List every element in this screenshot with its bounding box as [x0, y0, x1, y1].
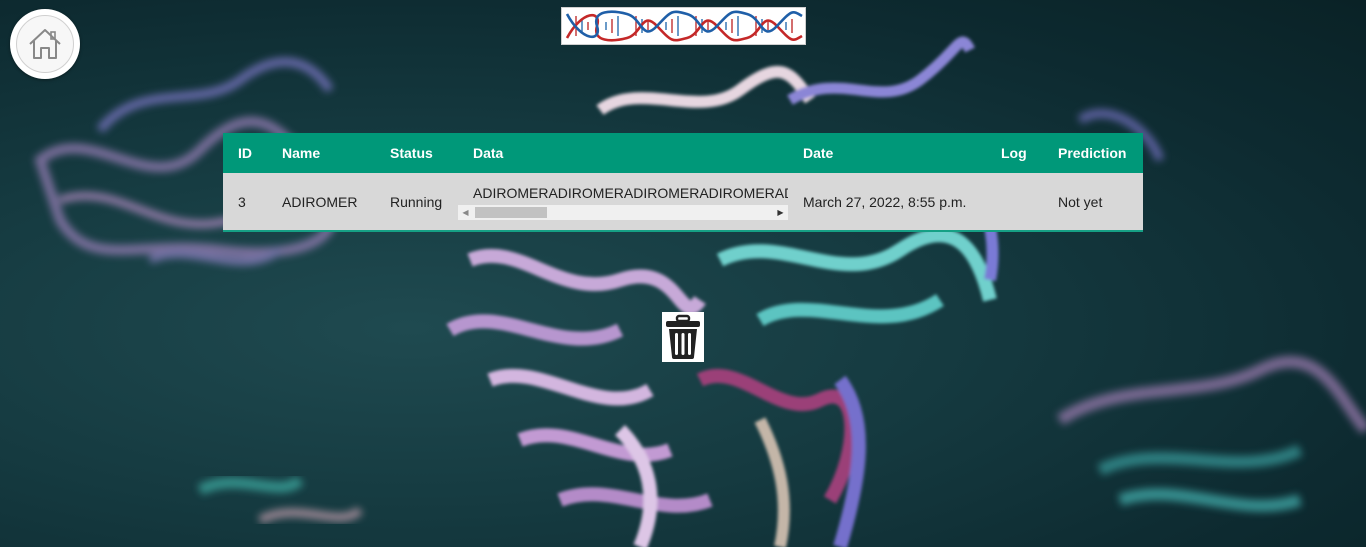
column-header-name: Name: [282, 145, 321, 161]
cell-data: ADIROMERADIROMERADIROMERADIROMERADIROMER…: [458, 173, 788, 230]
scrollbar-thumb[interactable]: [475, 207, 547, 218]
scroll-right-arrow-icon[interactable]: ▶: [773, 205, 788, 220]
column-header-id: ID: [238, 145, 252, 161]
column-header-log: Log: [1001, 145, 1027, 161]
jobs-table: ID Name Status Data Date Log Prediction …: [223, 133, 1143, 232]
cell-date: March 27, 2022, 8:55 p.m.: [803, 193, 967, 210]
cell-id: 3: [238, 193, 246, 210]
home-button-inner: [16, 15, 74, 73]
home-icon: [29, 29, 61, 59]
dna-helix-icon: [565, 10, 803, 42]
table-row: 3 ADIROMER Running ADIROMERADIROMERADIRO…: [223, 173, 1143, 230]
scroll-left-arrow-icon[interactable]: ◀: [458, 205, 473, 220]
home-button[interactable]: [10, 9, 80, 79]
protein-background: [0, 0, 1366, 547]
horizontal-scrollbar[interactable]: ◀ ▶: [458, 205, 788, 220]
dna-helix-logo: [561, 7, 806, 45]
cell-log: [986, 173, 1043, 230]
cell-prediction: Not yet: [1058, 193, 1103, 210]
column-header-status: Status: [390, 145, 433, 161]
column-header-data: Data: [473, 145, 504, 161]
cell-data-text: ADIROMERADIROMERADIROMERADIROMERADIROMER: [473, 185, 788, 201]
delete-button[interactable]: [662, 312, 704, 362]
data-scroll-container: ADIROMERADIROMERADIROMERADIROMERADIROMER: [458, 183, 788, 203]
cell-status: Running: [390, 193, 443, 210]
trash-icon: [666, 314, 700, 359]
column-header-date: Date: [803, 145, 834, 161]
column-header-prediction: Prediction: [1058, 145, 1127, 161]
cell-name: ADIROMER: [282, 193, 358, 210]
protein-structure-illustration: [34, 36, 1366, 547]
table-header-row: ID Name Status Data Date Log Prediction: [223, 133, 1143, 173]
